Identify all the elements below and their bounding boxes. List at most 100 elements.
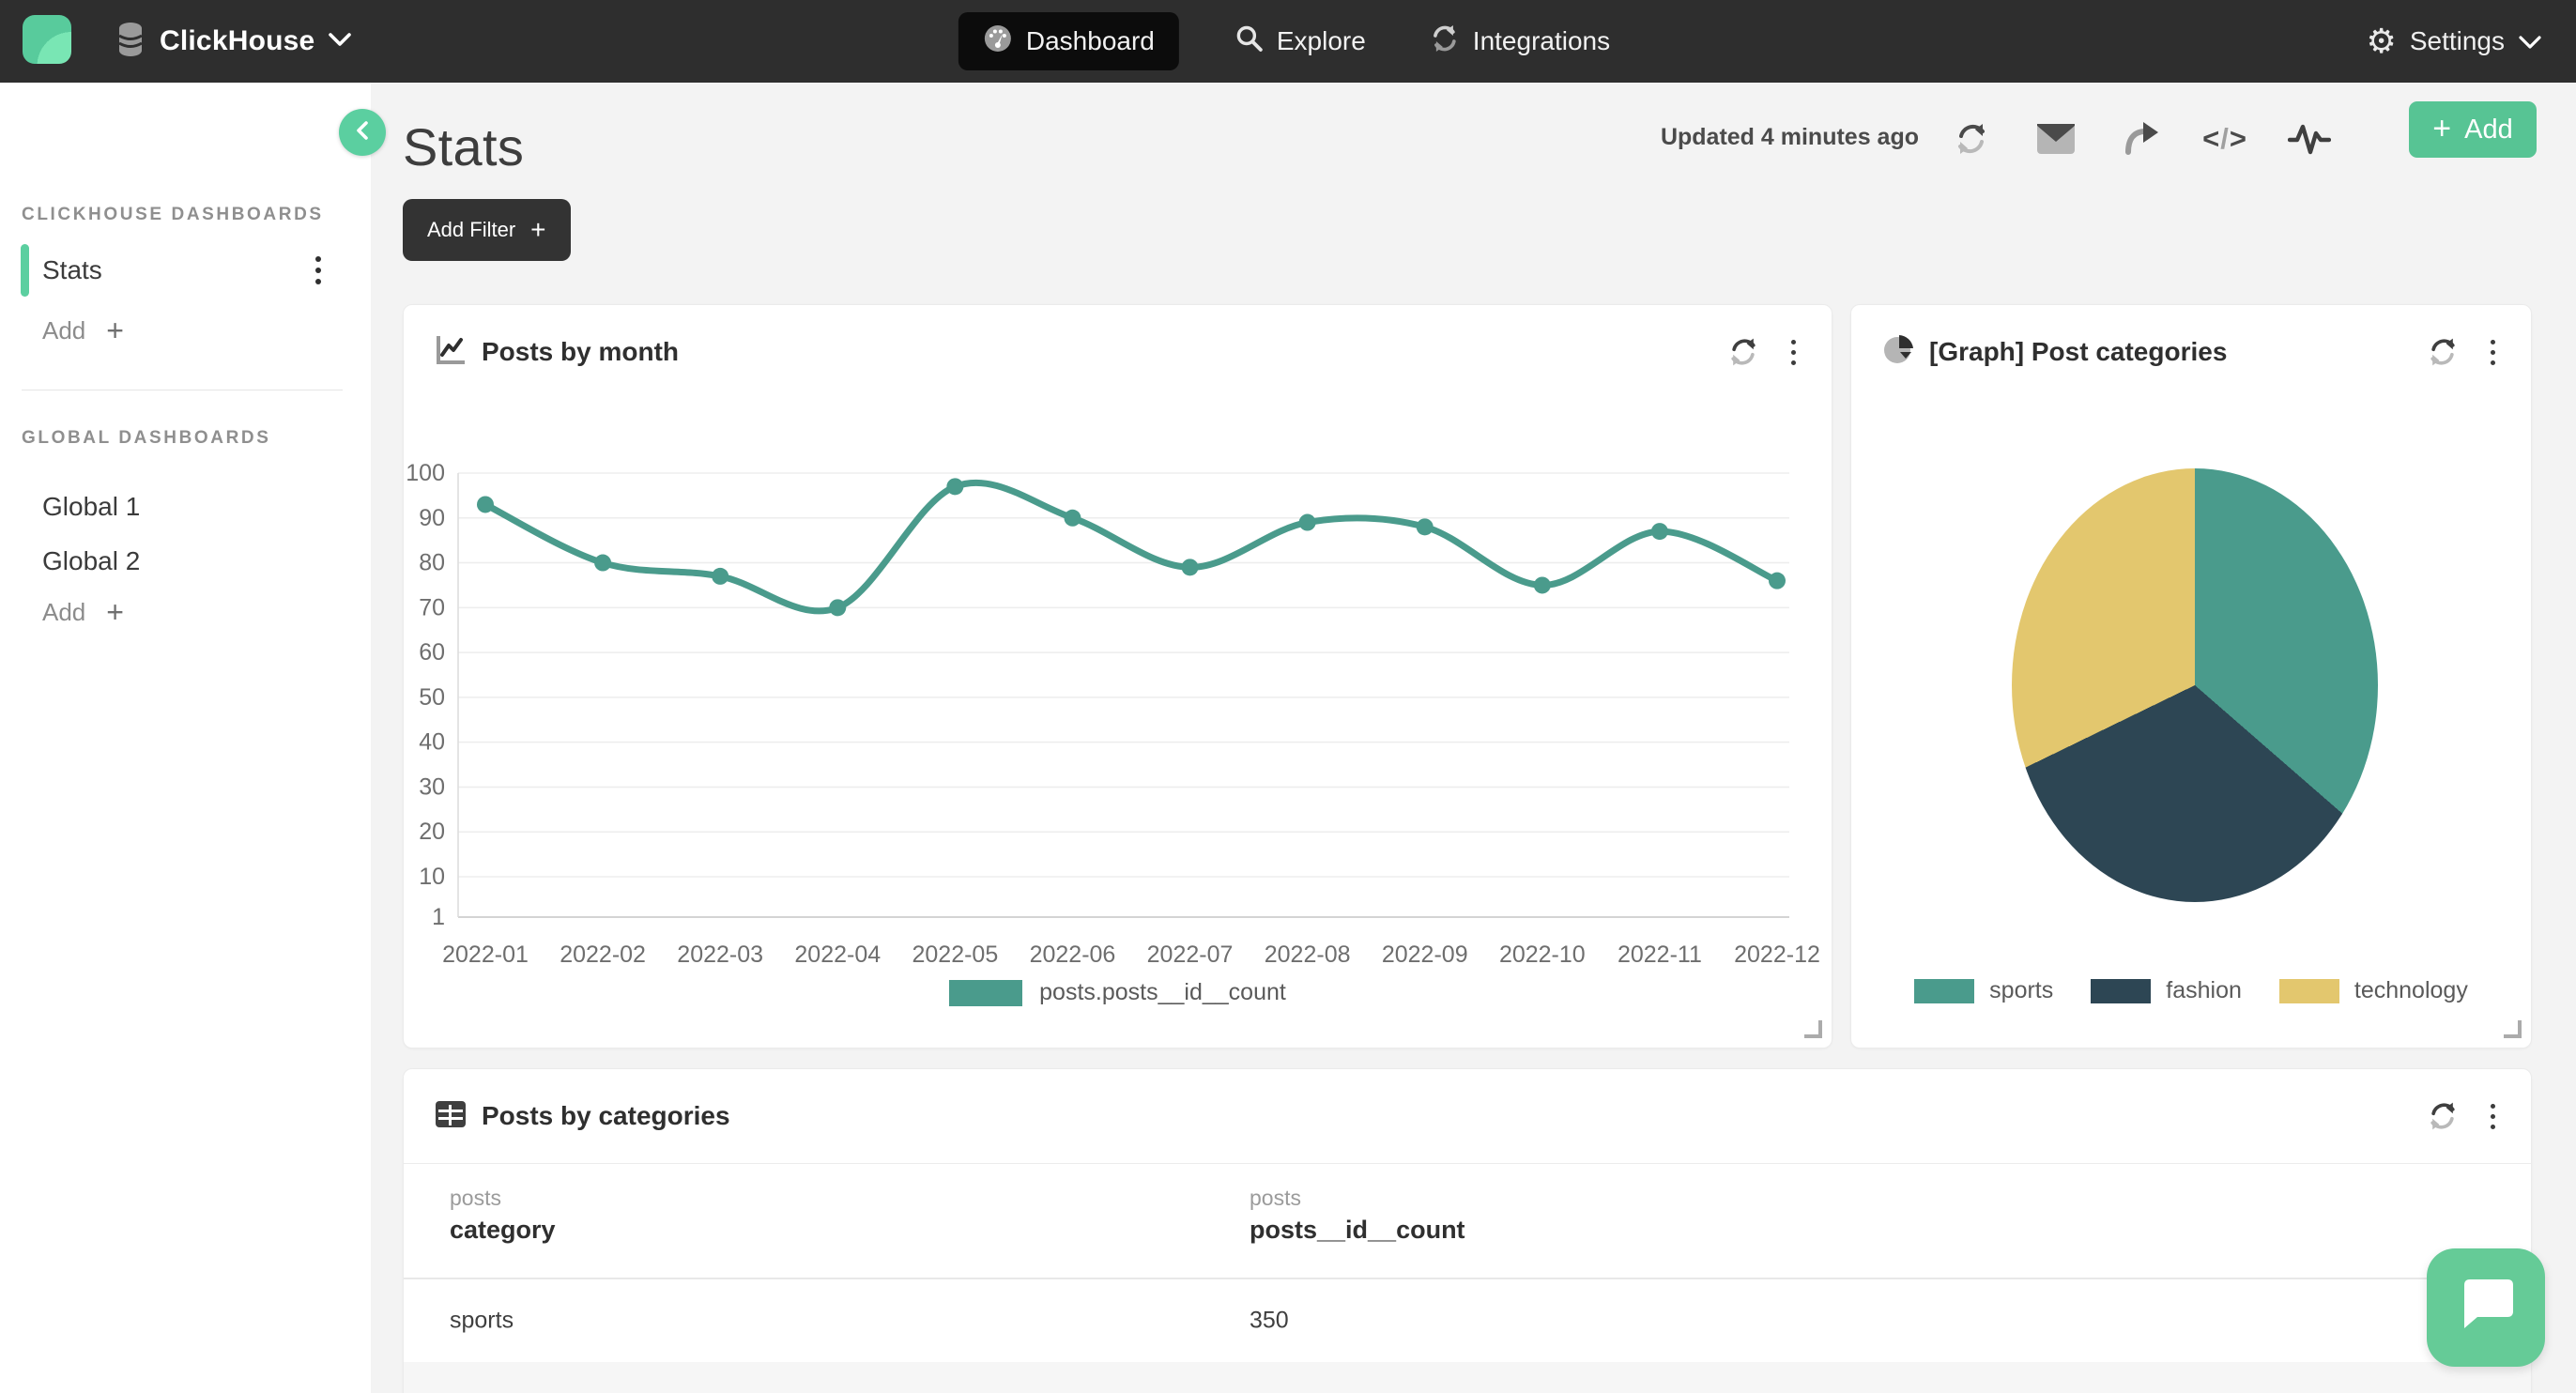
- y-tick-label: 10: [419, 864, 445, 890]
- share-button[interactable]: [2118, 116, 2163, 161]
- embed-code-button[interactable]: </>: [2202, 116, 2247, 161]
- sidebar-section-global-dashboards: GLOBAL DASHBOARDS: [22, 428, 271, 449]
- add-button-label: Add: [2464, 115, 2513, 145]
- card-resize-handle[interactable]: [2504, 1020, 2522, 1038]
- card-menu-button[interactable]: [2476, 331, 2508, 373]
- card-header: Posts by month: [404, 305, 1832, 399]
- x-tick-label: 2022-09: [1382, 941, 1468, 968]
- sidebar-item-stats[interactable]: Stats: [0, 240, 371, 300]
- table-header: posts category posts posts__id__count: [404, 1163, 2531, 1278]
- tab-explore-label: Explore: [1277, 26, 1366, 56]
- tab-dashboard-label: Dashboard: [1026, 26, 1155, 56]
- x-tick-label: 2022-06: [1030, 941, 1116, 968]
- add-label: Add: [42, 598, 85, 627]
- chat-bubble-icon: [2455, 1278, 2517, 1339]
- table-body: sports350fashion339: [404, 1278, 2531, 1393]
- card-menu-button[interactable]: [1777, 331, 1809, 373]
- add-global-dashboard-button[interactable]: Add +: [42, 597, 124, 627]
- legend-swatch: [1914, 979, 1974, 1003]
- sidebar-item-label: Global 1: [42, 492, 140, 522]
- x-tick-label: 2022-01: [442, 941, 529, 968]
- chat-widget-button[interactable]: [2427, 1248, 2545, 1367]
- plus-icon: +: [106, 315, 124, 345]
- refresh-card-button[interactable]: [1723, 331, 1764, 373]
- y-tick-label: 20: [419, 819, 445, 845]
- line-series: [485, 482, 1777, 611]
- add-filter-button[interactable]: Add Filter +: [403, 199, 571, 261]
- tab-integrations[interactable]: Integrations: [1422, 12, 1618, 70]
- y-tick-label: 80: [419, 550, 445, 576]
- settings-menu[interactable]: ⚙ Settings: [2367, 0, 2542, 83]
- activity-button[interactable]: [2287, 116, 2332, 161]
- kebab-menu-icon[interactable]: [310, 251, 327, 290]
- table-row[interactable]: fashion339: [404, 1362, 2531, 1393]
- legend-label: technology: [2354, 977, 2468, 1004]
- sidebar-item-global-2[interactable]: Global 2: [0, 531, 371, 591]
- page-title: Stats: [403, 116, 524, 177]
- data-point[interactable]: [1651, 523, 1668, 540]
- refresh-card-button[interactable]: [2422, 331, 2463, 373]
- app-logo[interactable]: [23, 15, 71, 64]
- y-tick-label: 30: [419, 773, 445, 800]
- last-updated-text: Updated 4 minutes ago: [1661, 124, 1919, 151]
- data-point[interactable]: [946, 478, 963, 495]
- active-indicator-bar: [21, 244, 29, 297]
- column-header-count[interactable]: posts__id__count: [1250, 1216, 1465, 1245]
- legend-item-fashion: fashion: [2091, 977, 2242, 1004]
- card-title: Posts by month: [482, 337, 679, 367]
- dashboard-gauge-icon: [983, 23, 1013, 60]
- data-point[interactable]: [594, 555, 611, 572]
- database-selector[interactable]: ClickHouse: [115, 0, 352, 83]
- line-chart-icon: [435, 334, 467, 371]
- x-tick-label: 2022-10: [1499, 941, 1586, 968]
- legend-swatch: [2279, 979, 2339, 1003]
- top-navbar: ClickHouse Dashboard: [0, 0, 2576, 83]
- refresh-dashboard-button[interactable]: [1949, 116, 1994, 161]
- code-icon: </>: [2202, 122, 2247, 156]
- table-row[interactable]: sports350: [404, 1279, 2531, 1362]
- data-point[interactable]: [1534, 576, 1551, 593]
- plus-icon: +: [2432, 113, 2451, 145]
- column-header-category[interactable]: category: [450, 1216, 556, 1245]
- primary-nav: Dashboard Explore: [958, 0, 1618, 83]
- data-point[interactable]: [1417, 518, 1434, 535]
- tab-explore[interactable]: Explore: [1228, 12, 1373, 70]
- chevron-down-icon: [328, 32, 352, 52]
- data-point[interactable]: [1299, 514, 1316, 531]
- card-menu-button[interactable]: [2476, 1095, 2508, 1137]
- x-tick-label: 2022-04: [794, 941, 881, 968]
- pie-chart[interactable]: [2012, 468, 2378, 902]
- chevron-left-icon: [353, 119, 372, 146]
- legend-label: posts.posts__id__count: [1039, 979, 1286, 1006]
- sidebar-item-label: Stats: [42, 255, 102, 285]
- data-point[interactable]: [1769, 573, 1786, 589]
- chart-legend: posts.posts__id__count: [404, 979, 1832, 1006]
- data-point[interactable]: [1064, 510, 1081, 527]
- data-point[interactable]: [1182, 559, 1199, 575]
- search-icon: [1235, 24, 1264, 59]
- data-point[interactable]: [829, 599, 846, 616]
- legend-label: sports: [1989, 977, 2053, 1004]
- y-tick-label: 1: [432, 904, 445, 930]
- add-chart-button[interactable]: + Add: [2409, 101, 2537, 158]
- plus-icon: +: [530, 217, 545, 243]
- sidebar-item-global-1[interactable]: Global 1: [0, 477, 371, 537]
- card-resize-handle[interactable]: [1804, 1020, 1822, 1038]
- sidebar-collapse-button[interactable]: [339, 109, 386, 156]
- add-dashboard-button[interactable]: Add +: [42, 315, 124, 345]
- column-group-label: posts: [1250, 1186, 1301, 1211]
- data-point[interactable]: [477, 496, 494, 513]
- cell-count: 339: [1250, 1390, 1289, 1393]
- app-window: ClickHouse Dashboard: [0, 0, 2576, 1393]
- x-tick-label: 2022-03: [677, 941, 763, 968]
- legend-swatch: [2091, 979, 2151, 1003]
- chevron-down-icon: [2518, 26, 2542, 56]
- refresh-card-button[interactable]: [2422, 1095, 2463, 1137]
- add-label: Add: [42, 316, 85, 345]
- database-name: ClickHouse: [160, 25, 314, 57]
- data-point[interactable]: [712, 568, 728, 585]
- tab-integrations-label: Integrations: [1473, 26, 1610, 56]
- tab-dashboard[interactable]: Dashboard: [958, 12, 1179, 70]
- email-report-button[interactable]: [2033, 116, 2078, 161]
- legend-swatch: [949, 980, 1022, 1006]
